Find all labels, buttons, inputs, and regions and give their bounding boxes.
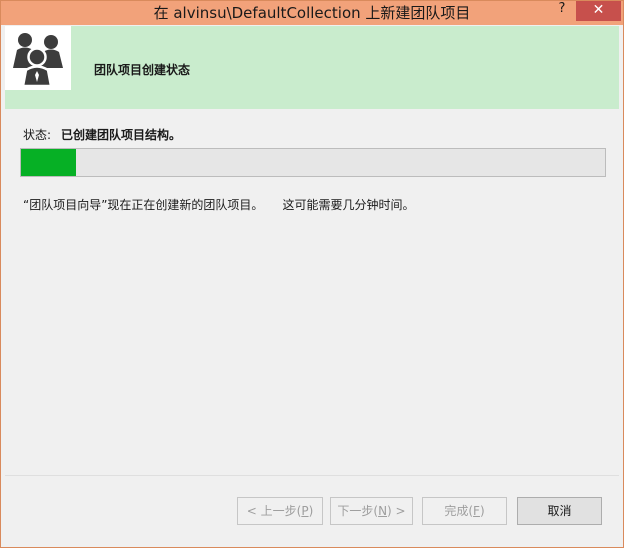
previous-button[interactable]: < 上一步(P) [237,497,323,525]
previous-button-prefix: < 上一步( [246,504,302,518]
close-icon: ✕ [592,2,605,18]
window-title: 在 alvinsu\DefaultCollection 上新建团队项目 [153,4,471,22]
status-label: 状态: [23,128,52,142]
finish-button[interactable]: 完成(F) [422,497,507,525]
progress-bar [20,148,606,177]
help-button[interactable]: ? [547,1,577,23]
wizard-window: 在 alvinsu\DefaultCollection 上新建团队项目 ? ✕ … [0,0,624,548]
title-bar[interactable]: 在 alvinsu\DefaultCollection 上新建团队项目 ? ✕ [1,1,623,25]
next-button-prefix: 下一步( [337,504,379,518]
status-message: “团队项目向导”现在正在创建新的团队项目。 这可能需要几分钟时间。 [23,198,415,212]
next-button[interactable]: 下一步(N) > [330,497,413,525]
previous-button-accesskey: P [301,504,309,518]
finish-button-suffix: ) [479,504,485,518]
status-value: 已创建团队项目结构。 [61,128,182,142]
header-title: 团队项目创建状态 [94,63,191,77]
finish-button-prefix: 完成( [444,504,474,518]
next-button-accesskey: N [378,504,388,518]
finish-button-accesskey: F [473,504,480,518]
progress-fill [21,149,76,176]
cancel-button[interactable]: 取消 [517,497,602,525]
team-users-icon [5,26,71,90]
previous-button-suffix: ) [308,504,314,518]
next-button-suffix: ) > [387,504,406,518]
close-button[interactable]: ✕ [576,1,621,21]
